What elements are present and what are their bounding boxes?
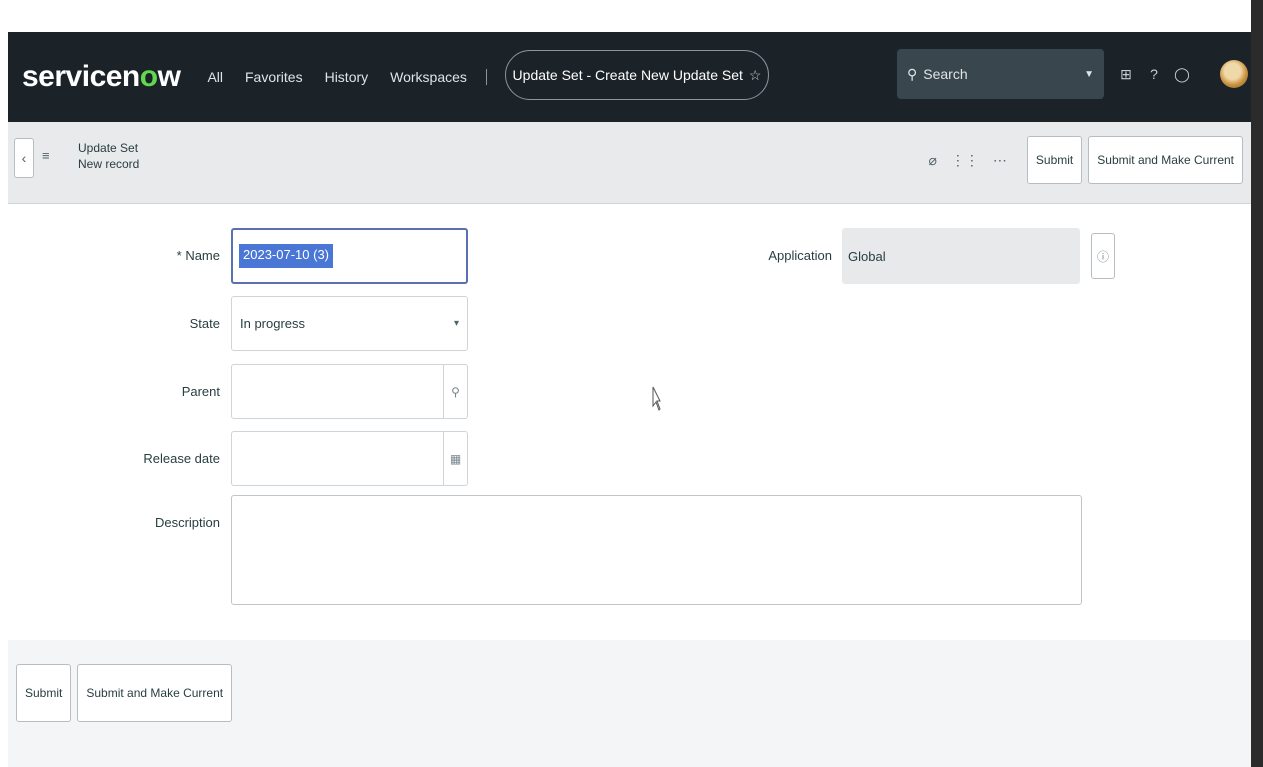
logo-accent: o [139,60,158,93]
state-value: In progress [240,316,306,331]
application-field: Global [842,228,1080,284]
parent-field[interactable]: ⚲ [231,364,468,419]
header-actions: ⌀ ⋮⋮ ⋯ Submit Submit and Make Current [928,136,1243,184]
search-input[interactable] [923,66,1064,82]
form-header: ‹ ≡ Update Set New record ⌀ ⋮⋮ ⋯ Submit … [8,122,1251,204]
nav-workspaces[interactable]: Workspaces [390,69,467,85]
calendar-icon[interactable]: ▦ [443,432,467,485]
form-footer: Submit Submit and Make Current [8,640,1251,767]
release-date-label: Release date [143,451,220,466]
lookup-icon[interactable]: ⚲ [443,365,467,418]
search-icon: ⚲ [907,65,918,82]
nav-separator [485,69,487,85]
avatar[interactable] [1220,60,1248,88]
name-field[interactable]: 2023-07-10 (3) [231,228,468,284]
context-title-pill[interactable]: Update Set - Create New Update Set ☆ [505,50,769,100]
application-value: Global [848,248,886,264]
nav-favorites[interactable]: Favorites [245,69,303,85]
window-scrollbar[interactable] [1251,0,1263,767]
global-search[interactable]: ⚲ ▼ [897,49,1104,99]
description-field[interactable] [231,495,1082,605]
name-label: * Name [100,248,220,263]
release-date-field[interactable]: ▦ [231,431,468,486]
state-select[interactable]: In progress ▾ [231,296,468,351]
mouse-cursor-icon [652,386,661,411]
context-title: Update Set - Create New Update Set [512,67,743,83]
state-label: State [189,316,220,331]
parent-label: Parent [181,384,220,399]
help-icon[interactable]: ? [1142,62,1166,86]
info-icon[interactable]: ⓘ [1091,233,1115,279]
scope-icon[interactable]: ⊞ [1114,62,1138,86]
activity-icon[interactable]: ⋮⋮ [951,152,979,169]
chevron-left-icon: ‹ [21,150,27,166]
top-navigation-bar: servicenow All Favorites History Workspa… [8,32,1251,122]
chevron-down-icon: ▾ [453,318,459,329]
header-submit-make-current-button[interactable]: Submit and Make Current [1088,136,1243,184]
description-textarea[interactable] [232,496,1081,604]
bell-icon[interactable]: ◯ [1170,62,1194,86]
paperclip-icon[interactable]: ⌀ [928,152,936,169]
nav-menu: All Favorites History Workspaces [196,69,487,85]
application-label: Application [768,248,832,263]
nav-all[interactable]: All [207,69,223,85]
logo-text-end: w [157,60,181,93]
menu-icon[interactable]: ≡ [42,148,50,163]
nav-history[interactable]: History [325,69,369,85]
mandatory-asterisk: * [176,248,186,263]
form-subtitle: New record [78,157,140,171]
logo-text: servicen [22,60,140,93]
name-label-text: Name [185,248,220,263]
chevron-down-icon[interactable]: ▼ [1084,69,1094,80]
nav-icon-group: ⊞ ? ◯ [1114,62,1198,86]
header-submit-button[interactable]: Submit [1026,136,1083,184]
servicenow-logo[interactable]: servicenow [22,60,181,94]
window-top-strip [0,0,1263,32]
description-label: Description [154,515,220,530]
form-title: Update Set New record [78,140,139,172]
star-icon[interactable]: ☆ [749,67,762,84]
footer-submit-button[interactable]: Submit [16,664,72,722]
footer-submit-make-current-button[interactable]: Submit and Make Current [77,664,233,722]
form-title-text: Update Set [78,141,139,155]
back-button[interactable]: ‹ [14,138,34,178]
footer-actions: Submit Submit and Make Current [16,664,238,722]
name-value-selected: 2023-07-10 (3) [239,244,333,268]
more-options-icon[interactable]: ⋯ [993,152,1007,169]
